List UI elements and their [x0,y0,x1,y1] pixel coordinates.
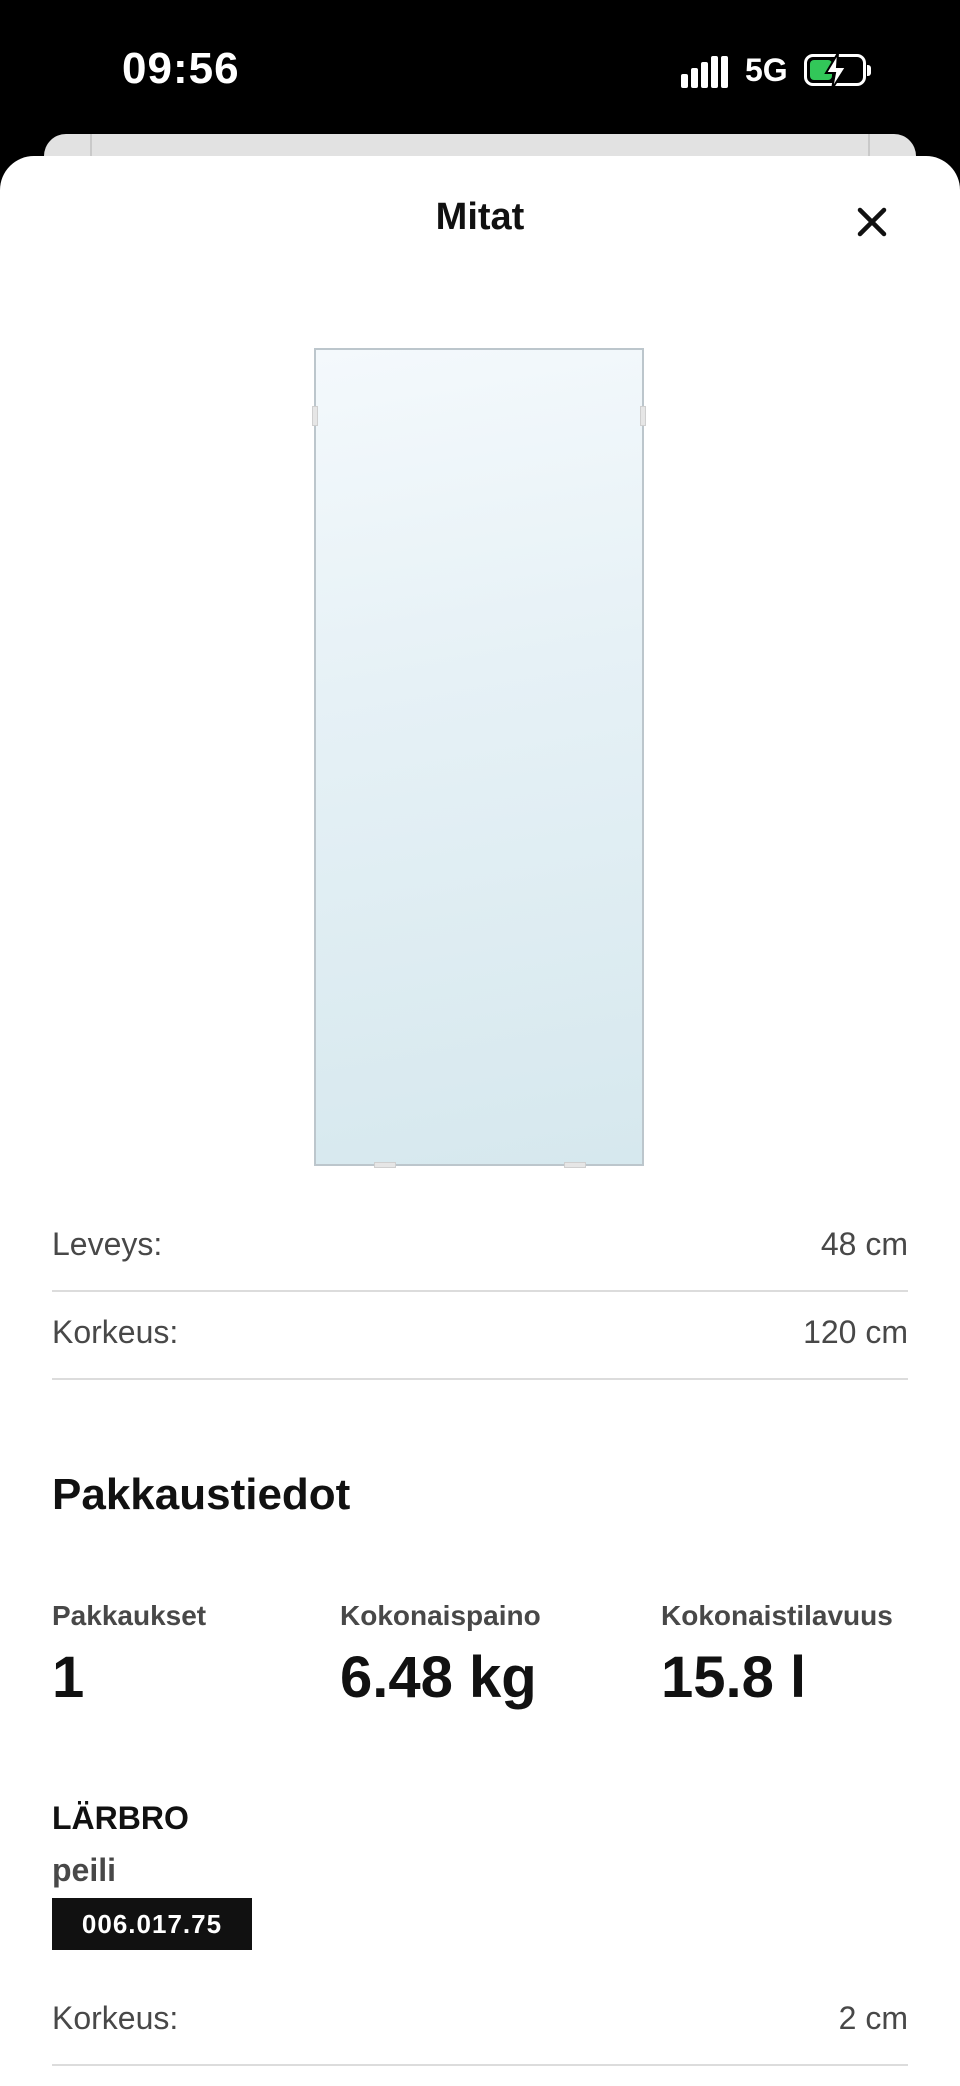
dimension-label: Leveys: [52,1226,163,1262]
stat-packages: Pakkaukset 1 [52,1600,206,1711]
dimension-row-height: Korkeus: 120 cm [52,1290,908,1380]
dimension-label: Korkeus: [52,2000,179,2036]
status-bar: 09:56 5G [0,0,960,140]
mirror-image [312,348,646,1168]
network-type: 5G [745,52,788,88]
product-type: peili [52,1852,117,1888]
dimension-value: 48 cm [820,1226,908,1262]
stat-value: 15.8 l [661,1645,807,1710]
sheet-title: Mitat [435,196,525,238]
package-dimension-row-height: Korkeus: 2 cm [52,1976,908,2066]
stat-total-weight: Kokonaispaino 6.48 kg [340,1600,541,1711]
dimension-label: Korkeus: [52,1314,179,1350]
article-number-badge: 006.017.75 [52,1898,252,1950]
product-name: LÄRBRO [52,1800,189,1836]
status-time: 09:56 [122,44,240,93]
packaging-section-title: Pakkaustiedot [52,1470,351,1519]
dimension-value: 120 cm [803,1314,908,1350]
close-button[interactable] [846,196,898,248]
battery-charging-icon [804,52,871,90]
dimension-value: 2 cm [838,2000,908,2036]
stat-label: Pakkaukset [52,1600,207,1631]
stat-label: Kokonaispaino [340,1600,541,1631]
close-icon [857,207,887,237]
dimensions-sheet: Mitat Leveys: 48 cm Korkeus: 120 cm Pakk… [0,156,960,2086]
stat-total-volume: Kokonaistilavuus 15.8 l [661,1600,893,1711]
stat-value: 1 [52,1645,85,1710]
cellular-signal-icon [681,54,731,88]
dimension-row-width: Leveys: 48 cm [52,1202,908,1292]
stat-value: 6.48 kg [340,1645,537,1710]
stat-label: Kokonaistilavuus [661,1600,893,1631]
